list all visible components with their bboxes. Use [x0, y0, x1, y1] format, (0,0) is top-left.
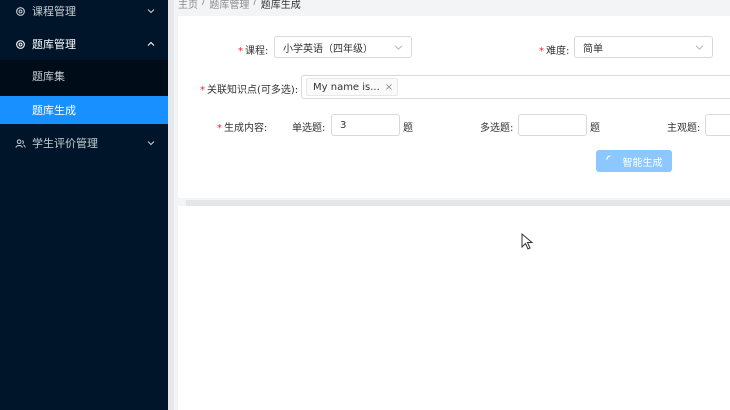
smart-generate-label: 智能生成 [622, 157, 663, 169]
sidebar-item-label: 题库管理 [32, 38, 76, 51]
single-choice-label: 单选题: [292, 123, 326, 134]
course-select-value: 小学英语（四年级） [283, 43, 373, 55]
course-select[interactable]: 小学英语（四年级） [274, 36, 412, 58]
results-area [178, 206, 730, 410]
close-icon[interactable]: × [385, 82, 393, 93]
breadcrumb-separator: / [253, 0, 257, 7]
chevron-down-icon [146, 6, 156, 16]
content-label: * 生成内容: [217, 123, 268, 134]
knowledge-tag: My name is... × [306, 78, 399, 96]
required-mark: * [539, 46, 544, 57]
sidebar-item-label: 学生评价管理 [32, 137, 98, 150]
sidebar-item-question-set[interactable]: 题库集 [0, 62, 168, 90]
required-mark: * [217, 123, 222, 134]
required-mark: * [238, 46, 243, 57]
loading-spinner-icon [605, 155, 615, 167]
chevron-down-icon [146, 138, 156, 148]
knowledge-label: * 关联知识点(可多选): [200, 85, 299, 96]
multi-choice-unit: 题 [590, 123, 600, 134]
required-mark: * [200, 85, 205, 96]
chevron-down-icon [692, 40, 706, 54]
difficulty-label: * 难度: [539, 46, 570, 57]
subjective-input[interactable] [705, 114, 730, 136]
breadcrumb-question-bank[interactable]: 题库管理 [209, 0, 249, 11]
chevron-down-icon [391, 40, 405, 54]
single-choice-value: 3 [340, 119, 347, 131]
smart-generate-button[interactable]: 智能生成 [596, 150, 672, 172]
single-choice-unit: 题 [403, 123, 413, 134]
knowledge-tag-label: My name is... [313, 81, 380, 93]
breadcrumb-current: 题库生成 [260, 0, 301, 11]
chevron-up-icon [146, 39, 156, 49]
gear-icon [14, 5, 26, 17]
mouse-cursor-icon [521, 232, 535, 251]
breadcrumb-home[interactable]: 主页 [178, 0, 198, 11]
sidebar-item-label: 题库生成 [32, 104, 76, 117]
people-icon [14, 137, 26, 149]
sidebar-item-question-bank-management[interactable]: 题库管理 [0, 32, 168, 56]
course-label: * 课程: [238, 46, 269, 57]
sidebar-item-student-evaluation[interactable]: 学生评价管理 [0, 131, 168, 155]
sidebar-item-label: 课程管理 [32, 5, 76, 18]
difficulty-select-value: 简单 [583, 43, 603, 55]
gear-icon [14, 38, 26, 50]
breadcrumb-separator: / [202, 0, 206, 7]
single-choice-input[interactable]: 3 [331, 114, 400, 136]
breadcrumb: 主页 / 题库管理 / 题库生成 [178, 0, 301, 11]
difficulty-select[interactable]: 简单 [574, 36, 713, 58]
knowledge-multiselect[interactable]: My name is... × [301, 75, 730, 99]
sidebar-item-label: 题库集 [32, 70, 65, 83]
multi-choice-input[interactable] [518, 114, 587, 136]
sidebar: 课程管理 题库管理 题库集 题库生成 学生评价管理 [0, 0, 168, 410]
subjective-label: 主观题: [667, 123, 701, 134]
multi-choice-label: 多选题: [480, 123, 514, 134]
sidebar-item-question-generation[interactable]: 题库生成 [0, 96, 168, 124]
scroll-gutter [168, 0, 174, 410]
sidebar-item-course-management[interactable]: 课程管理 [0, 0, 168, 22]
